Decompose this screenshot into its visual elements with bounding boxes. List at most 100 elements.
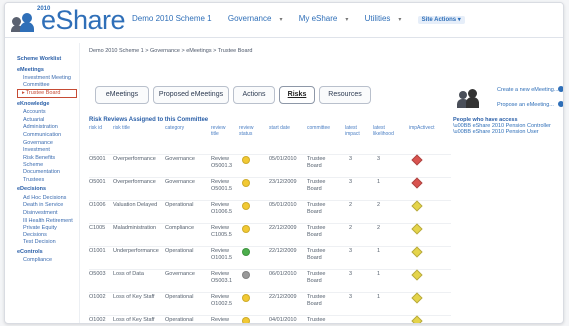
risk-indicator-icon — [411, 315, 423, 323]
cell-title[interactable]: Overperformance — [113, 179, 156, 185]
cell-risk-id: C1005 — [89, 225, 106, 231]
col-risk-title[interactable]: risk title — [113, 125, 149, 132]
sidebar-item[interactable]: Trustees — [15, 177, 77, 184]
cell-title[interactable]: Underperformance — [113, 248, 159, 254]
cell-title[interactable]: Valuation Delayed — [113, 202, 157, 208]
cell-title[interactable]: Loss of Data — [113, 271, 144, 277]
nav-scheme[interactable]: Demo 2010 Scheme 1 — [132, 14, 219, 23]
sidebar-item[interactable]: Ill Health Retirement — [15, 218, 77, 225]
create-emeeting-link[interactable]: Create a new eMeeting... — [497, 87, 558, 93]
nav-my-eshare[interactable]: My eShare ▾ — [299, 14, 356, 23]
cell-review[interactable]: Review O5003.1 — [211, 271, 237, 285]
sidebar-item[interactable]: Compliance — [15, 257, 77, 264]
create-emeeting-icon[interactable] — [558, 86, 563, 92]
cell-likelihood: 1 — [377, 248, 381, 254]
sidebar-divider — [79, 43, 80, 323]
cell-start-date: 04/01/2010 — [269, 317, 297, 323]
cell-review[interactable]: Review O5001.5 — [211, 179, 237, 193]
sidebar-item[interactable]: Test Decision — [15, 239, 77, 246]
cell-impact: 3 — [349, 271, 353, 277]
sidebar-item[interactable]: Governance — [15, 140, 77, 147]
cell-category: Compliance — [165, 225, 195, 231]
cell-likelihood: 3 — [377, 156, 381, 162]
cell-review[interactable]: Review O1006.5 — [211, 202, 237, 216]
people-access-link[interactable]: \u00BB eShare 2010 Pension User — [453, 129, 539, 135]
sidebar-item[interactable]: Private Equity Decisions — [15, 225, 77, 238]
risk-indicator-icon — [411, 154, 423, 166]
cell-title[interactable]: Loss of Key Staff — [113, 317, 154, 323]
propose-emeeting-icon[interactable] — [558, 101, 563, 107]
cell-category: Operational — [165, 202, 194, 208]
sidebar-item[interactable]: Investment — [15, 147, 77, 154]
sidebar-item[interactable]: Scheme Documentation — [15, 162, 77, 175]
nav-governance[interactable]: Governance ▾ — [228, 14, 290, 23]
risk-indicator-icon — [411, 177, 423, 189]
cell-impact: 3 — [349, 248, 353, 254]
sidebar-section-econtrols[interactable]: eControls — [15, 248, 77, 257]
col-category[interactable]: category — [165, 125, 195, 132]
col-indicator[interactable]: impActivect — [409, 125, 445, 132]
header-divider — [5, 37, 563, 38]
sidebar-item-selected[interactable]: Trustee Board — [17, 89, 77, 98]
cell-review[interactable]: Review O1001.5 — [211, 248, 237, 262]
people-icon — [457, 89, 479, 109]
cell-review[interactable]: Review — [211, 317, 237, 323]
cell-risk-id: O1002 — [89, 294, 106, 300]
breadcrumb[interactable]: Demo 2010 Scheme 1 > Governance > eMeeti… — [89, 48, 252, 54]
row-divider — [89, 292, 451, 293]
sidebar-item[interactable]: Actuarial — [15, 117, 77, 124]
cell-review[interactable]: Review C1005.5 — [211, 225, 237, 239]
col-risk-id[interactable]: risk id — [89, 125, 105, 132]
tab-proposed-emeetings[interactable]: Proposed eMeetings — [153, 86, 229, 104]
cell-review[interactable]: Review O5001.3 — [211, 156, 237, 170]
right-panel: Create a new eMeeting... Propose an eMee… — [453, 83, 563, 173]
logo[interactable]: 2010 eShare — [11, 5, 126, 35]
sidebar-item[interactable]: Disinvestment — [15, 210, 77, 217]
propose-emeeting-link[interactable]: Propose an eMeeting... — [497, 102, 554, 108]
nav-utilities[interactable]: Utilities ▾ — [365, 14, 409, 23]
risk-indicator-icon — [411, 223, 423, 235]
tab-emeetings[interactable]: eMeetings — [95, 86, 149, 104]
sidebar-item[interactable]: Ad Hoc Decisions — [15, 195, 77, 202]
review-status-icon — [242, 225, 250, 233]
review-status-icon — [242, 294, 250, 302]
row-divider — [89, 269, 451, 270]
col-review-title[interactable]: review title — [211, 125, 229, 138]
cell-start-date: 22/12/2009 — [269, 248, 297, 254]
risk-indicator-icon — [411, 246, 423, 258]
tab-actions[interactable]: Actions — [233, 86, 275, 104]
review-status-icon — [242, 271, 250, 279]
col-review-status[interactable]: review status — [239, 125, 261, 138]
cell-category: Governance — [165, 271, 195, 277]
sidebar-section-emeetings[interactable]: eMeetings — [15, 66, 77, 75]
cell-review[interactable]: Review O1002.5 — [211, 294, 237, 308]
sidebar-item[interactable]: Communication — [15, 132, 77, 139]
site-actions-menu[interactable]: Site Actions ▾ — [417, 16, 465, 24]
table-row[interactable]: O1002 Loss of Key Staff Operational Review 0… — [89, 315, 451, 323]
col-latest-likelihood[interactable]: latest likelihood — [373, 125, 399, 138]
sidebar-item[interactable]: Administration — [15, 124, 77, 131]
cell-category: Operational — [165, 294, 194, 300]
sidebar-item[interactable]: Death in Service — [15, 202, 77, 209]
tab-risks[interactable]: Risks — [279, 86, 315, 104]
cell-title[interactable]: Loss of Key Staff — [113, 294, 154, 300]
cell-title[interactable]: Maladministration — [113, 225, 156, 231]
sidebar-section-eknowledge[interactable]: eKnowledge — [15, 100, 77, 109]
sidebar-item[interactable]: Accounts — [15, 109, 77, 116]
review-status-icon — [242, 179, 250, 187]
logo-people-icon — [11, 13, 34, 32]
col-start-date[interactable]: start date — [269, 125, 299, 132]
cell-title[interactable]: Overperformance — [113, 156, 156, 162]
app-window: 2010 eShare Demo 2010 Scheme 1 Governanc… — [4, 2, 564, 324]
row-divider — [89, 154, 451, 155]
sidebar-item[interactable]: Risk Benefits — [15, 155, 77, 162]
cell-risk-id: O1002 — [89, 317, 106, 323]
tab-resources[interactable]: Resources — [319, 86, 371, 104]
sidebar-section-worklist[interactable]: Scheme Worklist — [15, 55, 77, 64]
cell-start-date: 22/12/2009 — [269, 294, 297, 300]
sidebar-item[interactable]: Investment Meeting Committee — [15, 75, 77, 88]
col-committee[interactable]: committee — [307, 125, 337, 132]
cell-risk-id: O1001 — [89, 248, 106, 254]
col-latest-impact[interactable]: latest impact — [345, 125, 367, 138]
sidebar-section-edecisions[interactable]: eDecisions — [15, 185, 77, 194]
